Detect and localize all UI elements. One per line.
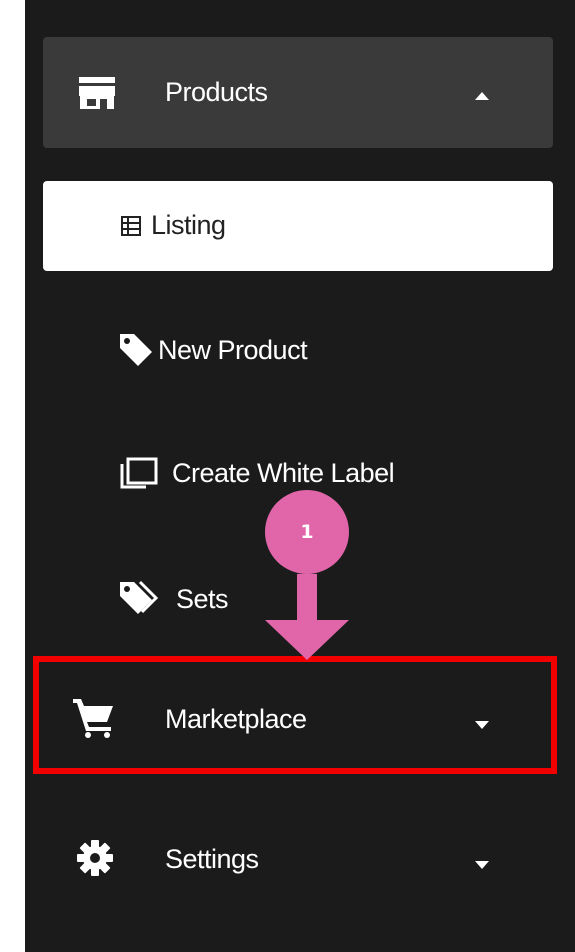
down-arrow-icon	[265, 574, 349, 660]
caret-down-icon	[475, 856, 489, 874]
step-callout: 1	[265, 490, 349, 665]
sidebar-item-label: Settings	[165, 844, 259, 874]
caret-up-icon	[475, 87, 489, 105]
store-icon	[79, 77, 115, 114]
tags-icon	[118, 580, 170, 619]
step-number: 1	[300, 521, 314, 543]
step-number-badge: 1	[265, 490, 349, 574]
sidebar-item-label: Products	[165, 77, 268, 107]
tag-icon	[118, 332, 154, 371]
gear-icon	[76, 839, 114, 882]
sidebar-subitem-label: Sets	[176, 584, 229, 614]
sidebar-subitem-sets[interactable]: Sets	[110, 568, 410, 628]
sidebar-item-products[interactable]: Products	[43, 37, 553, 148]
sidebar-item-label: Marketplace	[165, 704, 307, 734]
sidebar-subitem-label: Listing	[151, 210, 226, 240]
sidebar: Products Listing New Product Create Whit…	[0, 0, 575, 952]
shopping-cart-icon	[73, 696, 115, 743]
sidebar-subitem-new-product[interactable]: New Product	[110, 320, 550, 380]
sidebar-item-settings[interactable]: Settings	[43, 810, 553, 900]
sidebar-subitem-label: Create White Label	[172, 458, 395, 488]
sidebar-subitem-listing[interactable]: Listing	[43, 181, 553, 271]
sidebar-subitem-label: New Product	[158, 335, 308, 365]
table-list-icon	[121, 216, 141, 241]
sidebar-item-marketplace[interactable]: Marketplace	[43, 660, 553, 770]
caret-down-icon	[475, 716, 489, 734]
copy-icon	[120, 457, 162, 494]
